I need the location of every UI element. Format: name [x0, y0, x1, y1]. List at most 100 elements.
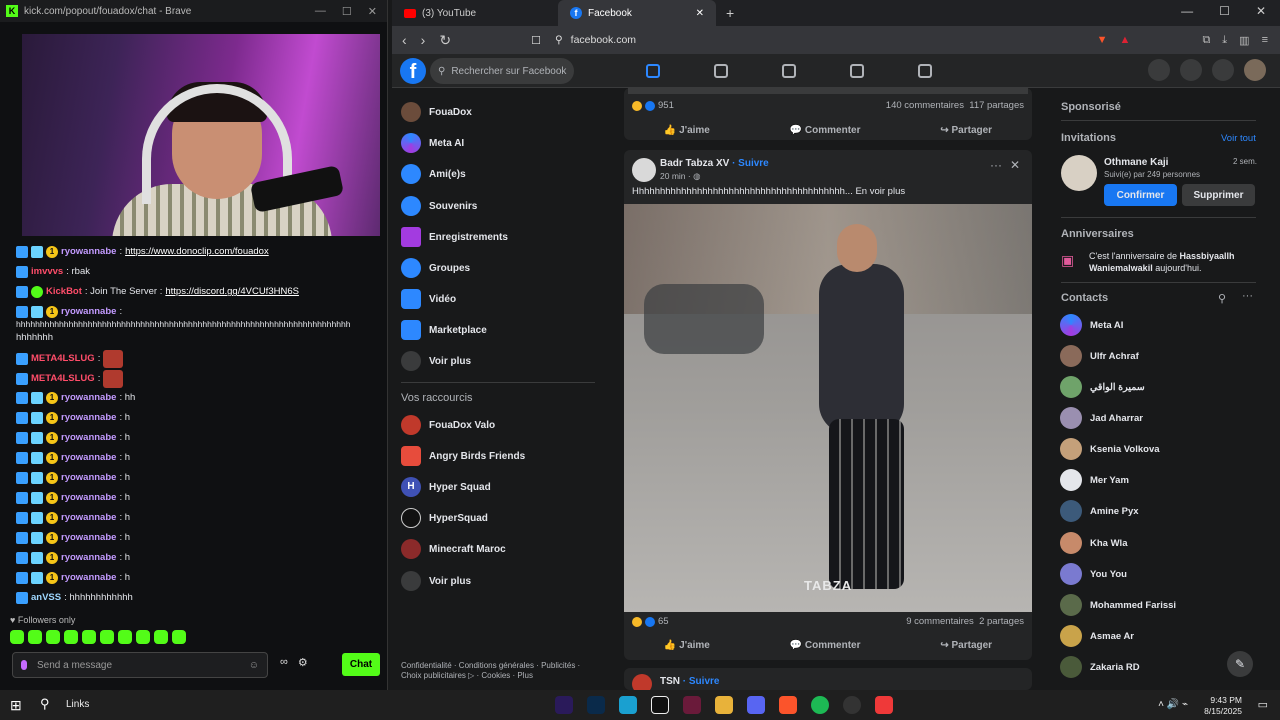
- vegas-icon[interactable]: [683, 696, 701, 714]
- search-icon[interactable]: ⚲: [40, 696, 50, 712]
- shortcut-item[interactable]: Angry Birds Friends: [401, 446, 525, 466]
- share-button[interactable]: ↪ Partager: [940, 640, 992, 651]
- contact-item[interactable]: Mer Yam: [1060, 469, 1129, 491]
- contact-item[interactable]: Mohammed Farissi: [1060, 594, 1176, 616]
- comment-button[interactable]: 💬 Commenter: [790, 125, 861, 136]
- taskbar-search-label[interactable]: Links: [66, 699, 89, 710]
- contact-item[interactable]: Jad Aharrar: [1060, 407, 1143, 429]
- mic-icon[interactable]: [21, 660, 27, 670]
- menu-grid-icon[interactable]: [1148, 59, 1170, 81]
- messenger-icon[interactable]: [1180, 59, 1202, 81]
- site-info-icon[interactable]: ⚲: [555, 34, 563, 46]
- confirm-button[interactable]: Confirmer: [1104, 184, 1177, 206]
- chat-username[interactable]: ryowannabe: [61, 513, 116, 523]
- shortcut-item[interactable]: HyperSquad: [401, 508, 488, 528]
- shortcut-item[interactable]: FouaDox Valo: [401, 415, 495, 435]
- close-icon[interactable]: ✕: [1010, 158, 1020, 172]
- contact-item[interactable]: Ksenia Volkova: [1060, 438, 1160, 460]
- brave-icon[interactable]: [779, 696, 797, 714]
- close-icon[interactable]: ✕: [368, 5, 377, 18]
- more-options-icon[interactable]: ···: [990, 158, 1002, 172]
- chat-username[interactable]: META4LSLUG: [31, 354, 95, 364]
- sidebar-item-memories[interactable]: Souvenirs: [401, 196, 477, 216]
- post-video[interactable]: TABZA: [624, 204, 1032, 612]
- bookmark-icon[interactable]: ☐: [531, 34, 541, 47]
- post-author[interactable]: TSN: [660, 676, 680, 687]
- chat-username[interactable]: ryowannabe: [61, 433, 116, 443]
- comment-button[interactable]: 💬 Commenter: [790, 640, 861, 651]
- avatar[interactable]: [1061, 155, 1097, 191]
- contact-item[interactable]: Zakaria RD: [1060, 656, 1140, 678]
- chat-username[interactable]: anVSS: [31, 593, 61, 603]
- close-tab-icon[interactable]: ✕: [696, 8, 704, 19]
- contact-item[interactable]: Meta AI: [1060, 314, 1123, 336]
- sidebar-item-groups[interactable]: Groupes: [401, 258, 470, 278]
- see-all-link[interactable]: Voir tout: [1221, 133, 1256, 144]
- notification-icon[interactable]: ▭: [1258, 698, 1268, 711]
- sidebar-icon[interactable]: ▥: [1239, 34, 1249, 47]
- brave-shields-icon[interactable]: ▼: [1097, 34, 1108, 47]
- clock[interactable]: 9:43 PM 8/15/2025: [1204, 695, 1242, 717]
- photoshop-icon[interactable]: [587, 696, 605, 714]
- contact-item[interactable]: Kha Wla: [1060, 532, 1127, 554]
- contact-item[interactable]: Amine Pyx: [1060, 500, 1139, 522]
- gaming-icon[interactable]: [918, 64, 932, 78]
- close-icon[interactable]: ✕: [1256, 4, 1266, 18]
- groups-icon[interactable]: [850, 64, 864, 78]
- chat-username[interactable]: ryowannabe: [61, 307, 116, 317]
- chat-username[interactable]: ryowannabe: [61, 473, 116, 483]
- chat-username[interactable]: ryowannabe: [61, 247, 116, 257]
- chat-username[interactable]: ryowannabe: [61, 553, 116, 563]
- chat-username[interactable]: KickBot: [46, 287, 82, 297]
- new-message-icon[interactable]: ✎: [1227, 651, 1253, 677]
- infinity-icon[interactable]: ∞: [280, 656, 288, 669]
- avatar[interactable]: [632, 158, 656, 182]
- chat-input[interactable]: Send a message ☺: [12, 652, 268, 678]
- home-icon[interactable]: [646, 64, 660, 78]
- chat-link[interactable]: https://www.donoclip.com/fouadox: [125, 247, 269, 257]
- chat-username[interactable]: imvvvs: [31, 267, 63, 277]
- url-field[interactable]: ⚲ facebook.com: [555, 29, 935, 51]
- sidebar-item-meta-ai[interactable]: Meta AI: [401, 133, 464, 153]
- chat-username[interactable]: ryowannabe: [61, 573, 116, 583]
- tab-youtube[interactable]: (3) YouTube: [392, 0, 552, 26]
- minimize-icon[interactable]: —: [1181, 4, 1193, 18]
- app-icon[interactable]: [619, 696, 637, 714]
- marketplace-icon[interactable]: [782, 64, 796, 78]
- spotify-icon[interactable]: [811, 696, 829, 714]
- emote-bar[interactable]: [10, 630, 186, 644]
- shortcut-item[interactable]: Minecraft Maroc: [401, 539, 506, 559]
- chat-link[interactable]: https://discord.gg/4VCUf3HN6S: [165, 287, 299, 297]
- contact-item[interactable]: Ulfr Achraf: [1060, 345, 1139, 367]
- menu-icon[interactable]: ≡: [1262, 34, 1268, 47]
- extensions-icon[interactable]: ⧉: [1202, 34, 1210, 47]
- like-button[interactable]: 👍 J'aime: [664, 640, 710, 651]
- invite-name[interactable]: Othmane Kaji: [1104, 157, 1168, 168]
- sidebar-item-friends[interactable]: Ami(e)s: [401, 164, 466, 184]
- facebook-search[interactable]: ⚲ Rechercher sur Facebook: [430, 58, 574, 84]
- vivaldi-icon[interactable]: [875, 696, 893, 714]
- chat-username[interactable]: META4LSLUG: [31, 374, 95, 384]
- delete-button[interactable]: Supprimer: [1182, 184, 1255, 206]
- share-button[interactable]: ↪ Partager: [940, 125, 992, 136]
- maximize-icon[interactable]: ☐: [1219, 4, 1230, 18]
- contact-item[interactable]: You You: [1060, 563, 1127, 585]
- windows-start-icon[interactable]: ⊞: [10, 697, 22, 714]
- chat-username[interactable]: ryowannabe: [61, 413, 116, 423]
- download-icon[interactable]: ⤓: [1222, 34, 1227, 47]
- shortcuts-see-more[interactable]: Voir plus: [401, 571, 471, 591]
- discord-icon[interactable]: [747, 696, 765, 714]
- sidebar-item-saved[interactable]: Enregistrements: [401, 227, 508, 247]
- legal-links[interactable]: Confidentialité · Conditions générales ·…: [401, 661, 601, 681]
- capcut-icon[interactable]: [651, 696, 669, 714]
- obs-icon[interactable]: [843, 696, 861, 714]
- chat-send-button[interactable]: Chat: [342, 653, 380, 676]
- minimize-icon[interactable]: —: [315, 5, 326, 18]
- maximize-icon[interactable]: ☐: [342, 5, 352, 18]
- file-explorer-icon[interactable]: [715, 696, 733, 714]
- profile-avatar[interactable]: [1244, 59, 1266, 81]
- like-button[interactable]: 👍 J'aime: [664, 125, 710, 136]
- back-icon[interactable]: ‹: [402, 32, 407, 49]
- search-icon[interactable]: ⚲: [1218, 292, 1226, 305]
- chat-username[interactable]: ryowannabe: [61, 493, 116, 503]
